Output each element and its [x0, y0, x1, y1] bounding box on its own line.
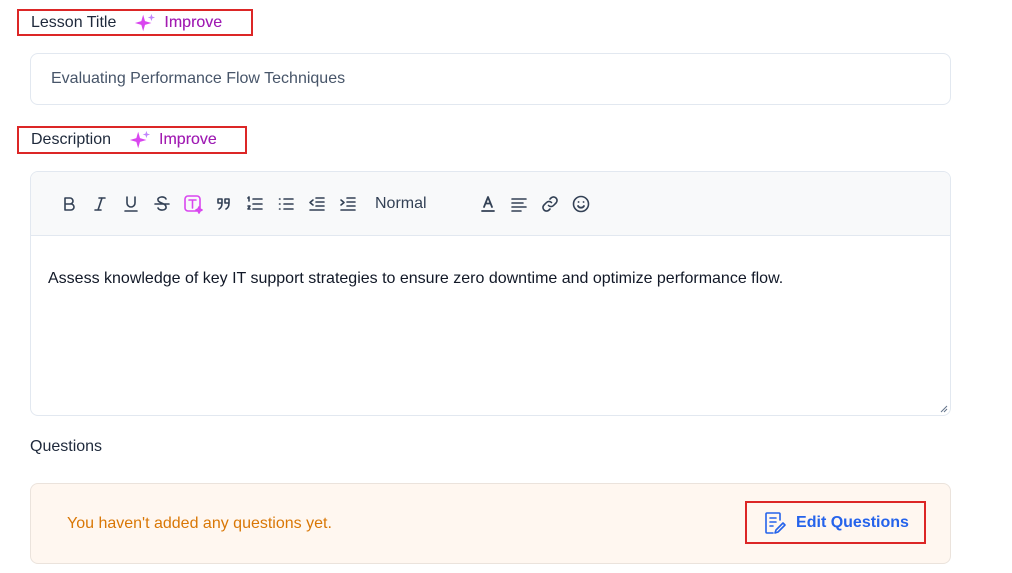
ordered-list-icon	[246, 195, 263, 210]
strikethrough-icon	[153, 195, 170, 211]
bold-icon	[63, 196, 75, 211]
indent-icon	[339, 196, 356, 211]
bullet-list-icon	[278, 197, 294, 210]
improve-description-label: Improve	[159, 131, 217, 148]
questions-panel: You haven't added any questions yet. Edi…	[30, 483, 951, 564]
questions-empty-message: You haven't added any questions yet.	[67, 515, 332, 532]
description-label: Description	[31, 131, 112, 148]
quote-icon	[216, 197, 230, 210]
edit-questions-button[interactable]: Edit Questions	[745, 501, 926, 544]
bold-button[interactable]	[53, 188, 84, 220]
questions-heading: Questions	[30, 438, 103, 455]
improve-title-label: Improve	[164, 13, 223, 31]
description-text-area[interactable]: Assess knowledge of key IT support strat…	[31, 236, 950, 322]
ai-text-icon	[183, 194, 203, 214]
italic-icon	[93, 196, 106, 211]
link-icon	[542, 195, 558, 212]
lesson-title-label-row: Lesson Title Improve	[17, 9, 253, 36]
format-dropdown[interactable]: Normal	[375, 195, 427, 213]
align-icon	[511, 197, 527, 212]
quote-button[interactable]	[208, 188, 239, 220]
sparkle-icon	[135, 13, 156, 31]
edit-document-icon	[765, 511, 786, 534]
emoji-icon	[572, 195, 590, 212]
improve-description-button[interactable]: Improve	[129, 129, 217, 151]
indent-button[interactable]	[332, 188, 363, 220]
edit-questions-label: Edit Questions	[796, 513, 909, 531]
improve-title-button[interactable]: Improve	[134, 12, 222, 34]
lesson-title-label: Lesson Title	[31, 13, 117, 31]
ordered-list-button[interactable]	[239, 188, 270, 220]
align-button[interactable]	[504, 188, 535, 220]
lesson-title-input[interactable]	[30, 53, 951, 105]
ai-text-button[interactable]	[177, 188, 208, 220]
outdent-button[interactable]	[301, 188, 332, 220]
text-color-button[interactable]	[473, 188, 504, 220]
emoji-button[interactable]	[566, 188, 597, 220]
underline-icon	[123, 195, 138, 212]
underline-button[interactable]	[115, 188, 146, 220]
editor-toolbar: Normal	[31, 172, 950, 236]
italic-button[interactable]	[84, 188, 115, 220]
text-color-icon	[481, 195, 495, 212]
description-label-row: Description Improve	[17, 126, 247, 154]
strikethrough-button[interactable]	[146, 188, 177, 220]
resize-handle-icon[interactable]	[938, 403, 948, 413]
bullet-list-button[interactable]	[270, 188, 301, 220]
link-button[interactable]	[535, 188, 566, 220]
description-editor: Normal Assess knowledge of key IT suppor…	[30, 171, 951, 416]
outdent-icon	[308, 196, 325, 211]
sparkle-icon	[129, 130, 151, 149]
